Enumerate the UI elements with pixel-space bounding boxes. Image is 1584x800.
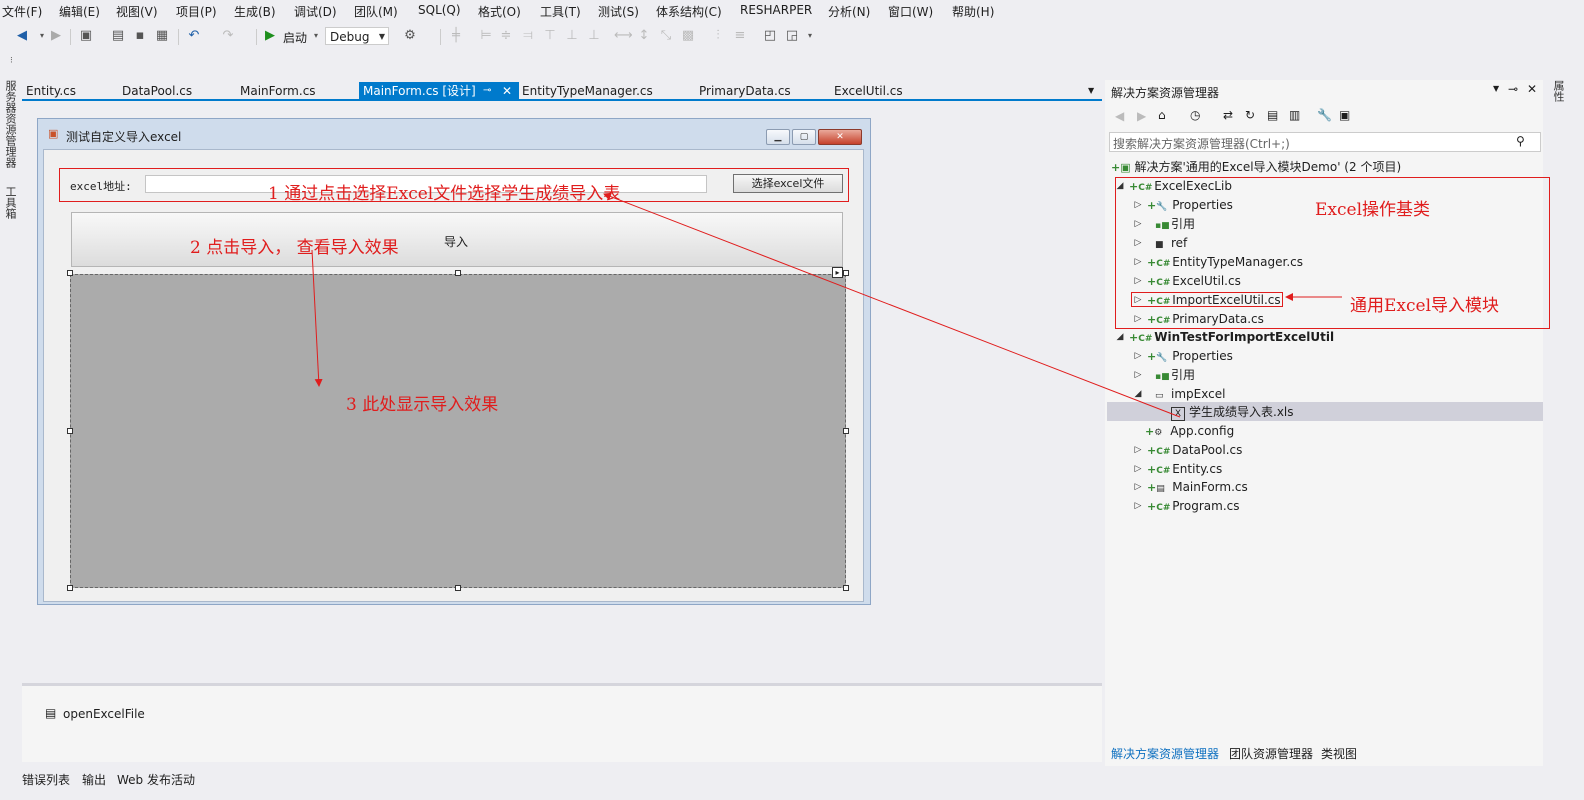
annotation-arrows xyxy=(311,192,1342,418)
arrow-import-to-grid xyxy=(311,249,323,387)
arrow-xls-to-choose xyxy=(603,192,1181,418)
